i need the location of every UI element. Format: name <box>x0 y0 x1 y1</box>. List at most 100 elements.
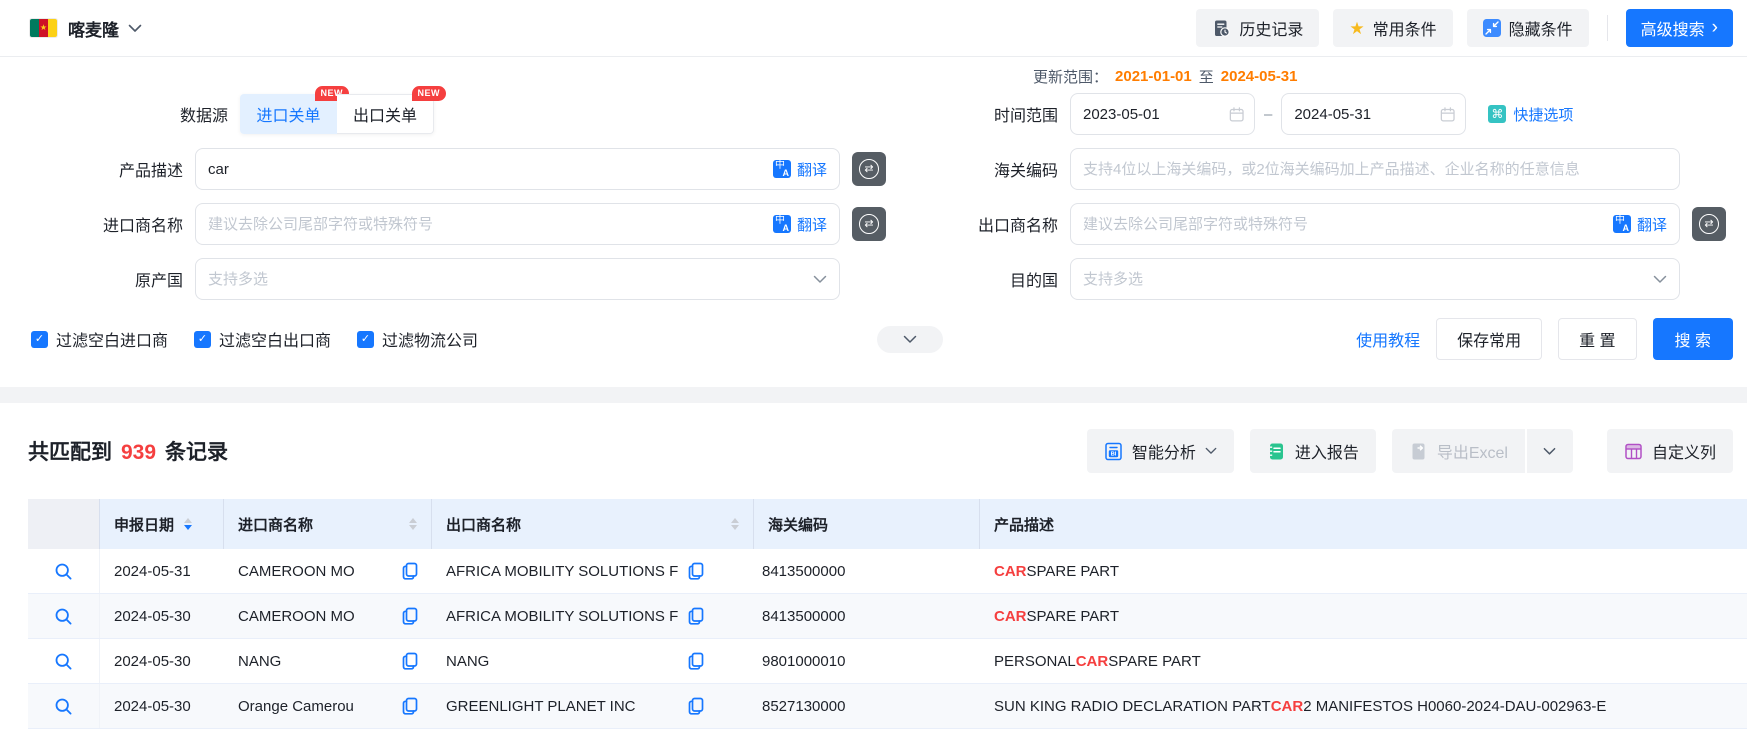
cell-hs-code: 8413500000 <box>754 594 980 638</box>
row-detail-search-icon[interactable] <box>54 607 73 626</box>
copy-icon[interactable] <box>688 697 704 715</box>
check-icon: ✓ <box>31 331 48 348</box>
destination-country-input[interactable] <box>1071 271 1653 288</box>
translate-button[interactable]: 中A 翻译 <box>773 214 839 235</box>
header-importer-name[interactable]: 进口商名称 <box>224 499 432 549</box>
synonym-expand-button[interactable]: ⇄ <box>852 207 886 241</box>
update-range-label: 更新范围： <box>1033 66 1108 87</box>
synonym-expand-button[interactable]: ⇄ <box>852 152 886 186</box>
header-exporter-name[interactable]: 出口商名称 <box>432 499 754 549</box>
row-detail-search-icon[interactable] <box>54 562 73 581</box>
checkbox-filter-logistics[interactable]: ✓ 过滤物流公司 <box>357 327 478 351</box>
copy-icon[interactable] <box>402 607 418 625</box>
tab-export-customs[interactable]: 出口关单 NEW <box>337 94 434 134</box>
hs-code-input[interactable] <box>1071 161 1679 178</box>
copy-icon[interactable] <box>402 652 418 670</box>
exporter-input-box: 中A 翻译 <box>1070 203 1680 245</box>
chevron-down-icon <box>128 24 142 33</box>
header-hs-code: 海关编码 <box>754 499 980 549</box>
star-icon: ★ <box>1349 20 1364 37</box>
history-button[interactable]: 历史记录 <box>1196 9 1319 47</box>
header-label: 进口商名称 <box>238 514 313 535</box>
custom-columns-button[interactable]: 自定义列 <box>1607 429 1733 473</box>
start-date-input[interactable] <box>1083 106 1229 123</box>
collapse-icon <box>1483 19 1501 37</box>
tab-export-label: 出口关单 <box>353 102 417 126</box>
search-form: 数据源 进口关单 NEW 出口关单 NEW 更新范围： 2021-01-01 <box>0 57 1747 360</box>
record-count: 939 <box>121 441 156 465</box>
cell-product-desc: CAR SPARE PART <box>980 594 1747 638</box>
product-desc-input[interactable] <box>196 161 773 178</box>
form-row-importer-exporter: 进口商名称 中A 翻译 ⇄ 出口商名称 中A <box>28 203 1747 245</box>
history-label: 历史记录 <box>1239 16 1303 40</box>
copy-icon[interactable] <box>402 562 418 580</box>
row-detail-search-icon[interactable] <box>54 652 73 671</box>
header-product-desc: 产品描述 <box>980 499 1747 549</box>
cell-exporter: AFRICA MOBILITY SOLUTIONS F <box>432 549 754 593</box>
copy-icon[interactable] <box>402 697 418 715</box>
tutorial-link[interactable]: 使用教程 <box>1356 327 1420 351</box>
favorites-button[interactable]: ★ 常用条件 <box>1333 9 1452 47</box>
advanced-search-label: 高级搜索 <box>1641 16 1705 40</box>
origin-country-input[interactable] <box>196 271 813 288</box>
calendar-icon[interactable] <box>1440 106 1455 123</box>
synonym-expand-button[interactable]: ⇄ <box>1692 207 1726 241</box>
command-icon: ⌘ <box>1488 105 1506 123</box>
table-header-row: 申报日期 进口商名称 出口商名称 海关编码 产品描述 <box>28 499 1747 549</box>
copy-icon[interactable] <box>688 607 704 625</box>
cell-product-desc: PERSONAL CAR SPARE PART <box>980 639 1747 683</box>
translate-button[interactable]: 中A 翻译 <box>773 159 839 180</box>
end-date-input[interactable] <box>1294 106 1440 123</box>
checkbox-label: 过滤物流公司 <box>382 327 478 351</box>
enter-report-button[interactable]: 进入报告 <box>1250 429 1376 473</box>
importer-input[interactable] <box>196 216 773 233</box>
search-button[interactable]: 搜 索 <box>1653 318 1733 360</box>
tab-import-customs[interactable]: 进口关单 NEW <box>240 94 337 134</box>
translate-button[interactable]: 中A 翻译 <box>1613 214 1679 235</box>
update-range: 更新范围： 2021-01-01 至 2024-05-31 <box>1033 63 1747 89</box>
checkbox-filter-blank-importer[interactable]: ✓ 过滤空白进口商 <box>31 327 168 351</box>
country-name: 喀麦隆 <box>68 16 119 41</box>
copy-icon[interactable] <box>688 652 704 670</box>
exchange-icon: ⇄ <box>1699 214 1719 234</box>
destination-country-select[interactable] <box>1070 258 1680 300</box>
export-icon <box>1409 442 1428 461</box>
summary-suffix: 条记录 <box>165 436 228 466</box>
translate-label: 翻译 <box>1637 214 1667 235</box>
copy-icon[interactable] <box>688 562 704 580</box>
chevron-down-icon <box>1543 447 1556 456</box>
country-selector[interactable]: ★ 喀麦隆 <box>30 16 142 41</box>
save-common-button[interactable]: 保存常用 <box>1436 318 1542 360</box>
quick-options-button[interactable]: ⌘ 快捷选项 <box>1488 104 1573 125</box>
product-desc-input-box: 中A 翻译 <box>195 148 840 190</box>
advanced-search-button[interactable]: 高级搜索 › <box>1626 9 1733 47</box>
new-badge: NEW <box>412 86 447 101</box>
row-detail-search-icon[interactable] <box>54 697 73 716</box>
topbar: ★ 喀麦隆 历史记录 ★ 常用条件 隐藏条件 高级搜索 › <box>0 0 1747 57</box>
form-row-countries: 原产国 目的国 <box>28 258 1747 300</box>
sort-icons <box>409 518 417 531</box>
hide-conditions-button[interactable]: 隐藏条件 <box>1467 9 1589 47</box>
export-excel-label: 导出Excel <box>1437 439 1508 463</box>
calendar-icon[interactable] <box>1229 106 1244 123</box>
header-declaration-date[interactable]: 申报日期 <box>100 499 224 549</box>
cell-exporter: AFRICA MOBILITY SOLUTIONS F <box>432 594 754 638</box>
export-options-button[interactable] <box>1527 429 1573 473</box>
cell-date: 2024-05-30 <box>100 639 224 683</box>
sort-icons <box>731 518 739 531</box>
chevron-right-icon: › <box>1712 18 1718 37</box>
expand-form-button[interactable] <box>877 326 943 353</box>
sort-icons <box>184 518 192 531</box>
export-excel-button[interactable]: 导出Excel <box>1392 429 1525 473</box>
exporter-input[interactable] <box>1071 216 1613 233</box>
flag-star-icon: ★ <box>40 24 47 32</box>
product-desc-label: 产品描述 <box>28 157 183 181</box>
enter-report-label: 进入报告 <box>1295 439 1359 463</box>
checkbox-label: 过滤空白出口商 <box>219 327 331 351</box>
time-range-row: 时间范围 – ⌘ 快捷选项 <box>918 93 1747 135</box>
smart-analysis-button[interactable]: BI 智能分析 <box>1087 429 1234 473</box>
origin-country-select[interactable] <box>195 258 840 300</box>
exchange-icon: ⇄ <box>859 159 879 179</box>
checkbox-filter-blank-exporter[interactable]: ✓ 过滤空白出口商 <box>194 327 331 351</box>
reset-button[interactable]: 重 置 <box>1558 318 1636 360</box>
